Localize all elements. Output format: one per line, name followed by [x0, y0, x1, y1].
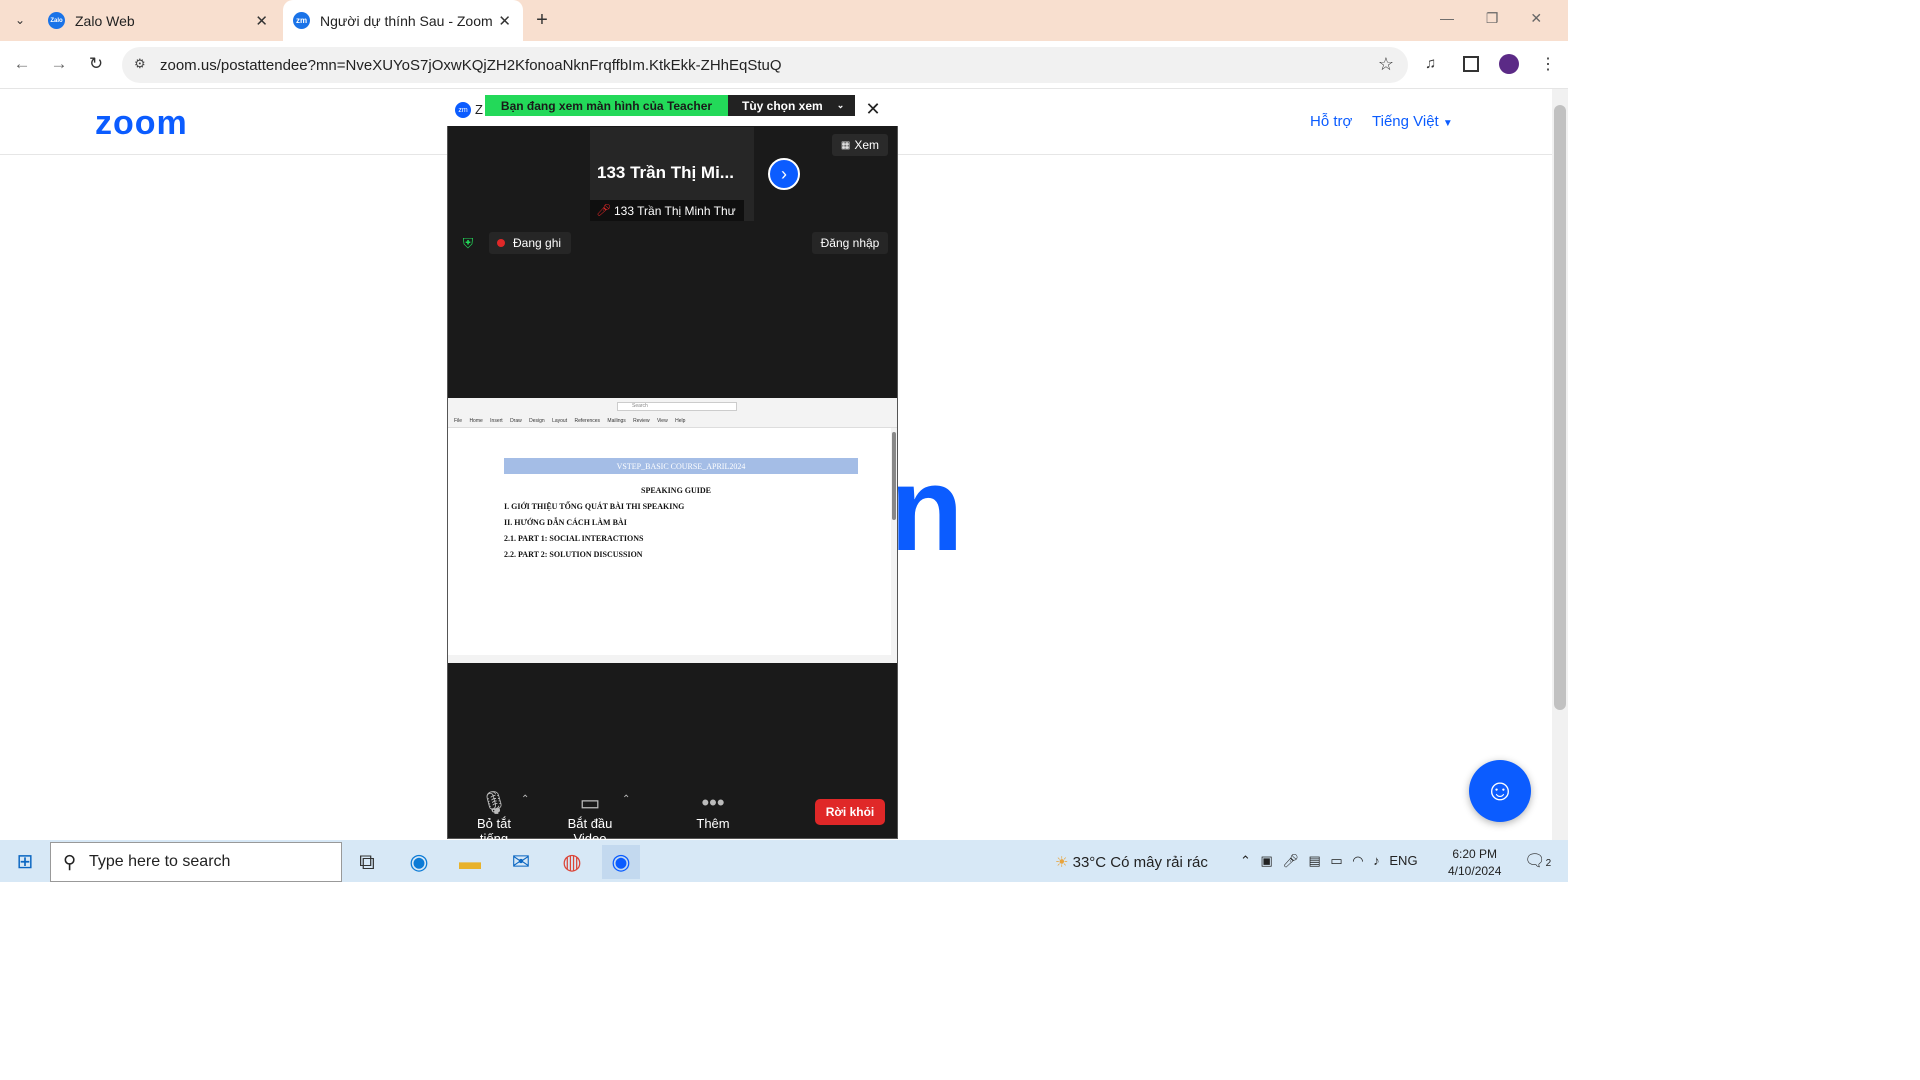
- window-controls[interactable]: — ❐ ✕: [1440, 10, 1542, 27]
- side-panel-icon[interactable]: [1463, 56, 1479, 72]
- media-control-icon[interactable]: ♫: [1425, 55, 1436, 72]
- close-window-icon[interactable]: ✕: [862, 98, 884, 120]
- shared-screen: [448, 398, 897, 663]
- clock[interactable]: 6:20 PM 4/10/2024: [1448, 846, 1501, 880]
- forward-icon[interactable]: →: [47, 52, 71, 76]
- shield-icon[interactable]: ⛨: [458, 233, 478, 253]
- reload-icon[interactable]: ↻: [84, 52, 108, 76]
- back-icon[interactable]: ←: [10, 52, 34, 76]
- search-icon: ⚲: [63, 852, 77, 872]
- participant-name: 133 Trần Thị Mi...: [597, 163, 734, 182]
- signin-button[interactable]: Đăng nhập: [812, 232, 888, 254]
- edge-icon[interactable]: ◉: [400, 845, 438, 879]
- audio-options-caret-icon[interactable]: ⌃: [521, 794, 529, 805]
- start-video-button[interactable]: ▭ Bắt đầu Video: [550, 790, 630, 846]
- doc-line: I. GIỚI THIỆU TỔNG QUÁT BÀI THI SPEAKING: [504, 502, 685, 511]
- view-options-label: Tùy chọn xem: [742, 98, 823, 113]
- mic-off-icon: 🎙︎: [480, 790, 508, 815]
- chrome-icon[interactable]: ◍: [553, 845, 591, 879]
- clock-time: 6:20 PM: [1452, 847, 1498, 861]
- notifications-icon[interactable]: 🗨︎2: [1524, 851, 1551, 871]
- word-statusbar: [448, 655, 897, 663]
- more-dots-icon: •••: [701, 790, 725, 815]
- caret-down-icon: ▼: [1442, 118, 1453, 129]
- zoom-app-icon: zm: [455, 102, 471, 118]
- more-button[interactable]: ••• Thêm: [693, 790, 733, 831]
- weather-text: 33°C Có mây rải rác: [1072, 854, 1208, 871]
- mail-icon[interactable]: ✉: [502, 845, 540, 879]
- tab-search-chevron-icon[interactable]: ⌄: [8, 8, 32, 32]
- clock-date: 4/10/2024: [1448, 864, 1502, 878]
- weather-widget[interactable]: ☀ 33°C Có mây rải rác: [1055, 853, 1208, 871]
- tray-icons: ⌃ ▣ 🎤︎ ▤ ▭ ◠ ♪: [1240, 853, 1380, 868]
- background-graphic: n: [890, 442, 964, 576]
- scrollbar-thumb[interactable]: [1554, 105, 1566, 710]
- chatbot-icon: ☺: [1484, 774, 1516, 807]
- doc-scroll-thumb: [892, 432, 896, 520]
- notification-count: 2: [1545, 858, 1552, 869]
- doc-line: 2.1. PART 1: SOCIAL INTERACTIONS: [504, 534, 644, 543]
- tab-label: Zalo Web: [75, 12, 135, 29]
- doc-title: SPEAKING GUIDE: [641, 486, 712, 495]
- windows-start-icon[interactable]: ⊞: [0, 840, 50, 882]
- view-button[interactable]: ▦ Xem: [832, 134, 888, 156]
- close-tab-icon[interactable]: ✕: [498, 12, 511, 30]
- zalo-favicon-icon: Zalo: [48, 12, 65, 29]
- view-options-button[interactable]: Tùy chọn xem ⌄: [728, 95, 855, 116]
- tab-zoom[interactable]: zm Người dự thính Sau - Zoom ✕: [283, 0, 523, 41]
- weather-cloud-icon: ☀: [1055, 854, 1069, 871]
- doc-line: II. HƯỚNG DẪN CÁCH LÀM BÀI: [504, 518, 627, 527]
- record-dot-icon: [497, 239, 505, 247]
- close-tab-icon[interactable]: ✕: [255, 12, 268, 30]
- chat-help-button[interactable]: ☺: [1469, 760, 1531, 822]
- more-label: Thêm: [696, 816, 730, 831]
- recording-label: Đang ghi: [513, 236, 562, 250]
- file-explorer-icon[interactable]: ▬: [451, 845, 489, 879]
- word-ribbon-tabs: File Home Insert Draw Design Layout Refe…: [454, 418, 686, 424]
- muted-mic-icon: 🎤︎: [596, 203, 612, 217]
- next-page-button[interactable]: ›: [768, 158, 800, 190]
- participant-full-name: 133 Trần Thị Minh Thư: [614, 203, 736, 218]
- language-dropdown[interactable]: Tiếng Việt ▼: [1372, 113, 1453, 130]
- input-language[interactable]: ENG: [1389, 853, 1417, 868]
- url-text: zoom.us/postattendee?mn=NveXUYoS7jOxwKQj…: [160, 56, 782, 74]
- video-off-icon: ▭: [579, 790, 601, 815]
- word-search: Search: [617, 402, 737, 411]
- video-options-caret-icon[interactable]: ⌃: [622, 794, 630, 805]
- browser-menu-icon[interactable]: ⋮: [1540, 54, 1556, 74]
- support-link[interactable]: Hỗ trợ: [1310, 113, 1352, 130]
- tab-zalo[interactable]: Zalo Zalo Web ✕: [36, 0, 280, 41]
- profile-avatar[interactable]: [1499, 54, 1519, 74]
- tab-label: Người dự thính Sau - Zoom: [320, 12, 493, 29]
- doc-header-bar: VSTEP_BASIC COURSE_APRIL2024: [504, 458, 858, 474]
- site-settings-icon[interactable]: ⚙: [134, 56, 146, 72]
- recording-indicator[interactable]: Đang ghi: [489, 232, 571, 254]
- screen-share-banner: Bạn đang xem màn hình của Teacher: [485, 95, 728, 116]
- leave-button[interactable]: Rời khỏi: [815, 799, 885, 825]
- language-label: Tiếng Việt: [1372, 113, 1439, 130]
- doc-line: 2.2. PART 2: SOLUTION DISCUSSION: [504, 550, 643, 559]
- zoom-taskbar-icon[interactable]: ◉: [602, 845, 640, 879]
- bookmark-star-icon[interactable]: ☆: [1378, 54, 1394, 75]
- task-view-icon[interactable]: ⧉: [348, 845, 386, 879]
- grid-icon: ▦: [840, 139, 851, 151]
- zoom-logo[interactable]: zoom: [95, 104, 188, 143]
- new-tab-icon[interactable]: +: [530, 8, 554, 32]
- view-label: Xem: [854, 138, 880, 152]
- search-placeholder: Type here to search: [89, 853, 231, 870]
- system-tray[interactable]: ⌃ ▣ 🎤︎ ▤ ▭ ◠ ♪ ENG: [1240, 853, 1418, 869]
- taskbar-search[interactable]: ⚲ Type here to search: [50, 842, 342, 882]
- window-title: Z: [475, 102, 483, 117]
- unmute-button[interactable]: 🎙︎ Bỏ tắt tiếng: [462, 790, 526, 846]
- url-input[interactable]: ⚙ zoom.us/postattendee?mn=NveXUYoS7jOxwK…: [122, 47, 1408, 83]
- chevron-down-icon: ⌄: [836, 100, 845, 110]
- chevron-right-icon: ›: [781, 163, 787, 184]
- participant-label: 🎤︎ 133 Trần Thị Minh Thư: [590, 200, 744, 221]
- zoom-favicon-icon: zm: [293, 12, 310, 29]
